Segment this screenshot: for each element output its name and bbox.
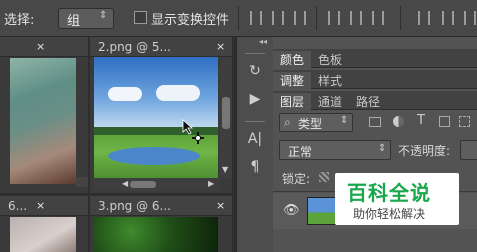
distribute-vcenter-icon[interactable] (442, 11, 454, 25)
collapse-panels-icon[interactable]: ◂◂ (259, 37, 267, 46)
scrollbar-thumb[interactable] (130, 181, 156, 188)
filter-kind-value: 类型 (298, 117, 323, 131)
show-transform-checkbox[interactable] (134, 11, 147, 24)
auto-select-dropdown[interactable]: 组 ⇕ (58, 8, 114, 29)
document-window-3: 6... × (0, 196, 88, 252)
scrollbar-thumb[interactable] (222, 97, 230, 129)
tab-layers[interactable]: 图层 (273, 93, 312, 111)
panels-dock: 颜色 色板 调整 样式 图层 通道 路径 ⌕ 类型 ⇕ T 正常 ⇕ 不透明度: 锁定:… (273, 37, 477, 252)
document-image-landscape (94, 57, 218, 178)
scroll-down-icon[interactable]: ▼ (222, 165, 228, 174)
opacity-input[interactable] (460, 140, 477, 160)
document-window-1: × (0, 37, 88, 193)
align-vcenter-icon[interactable] (272, 11, 284, 25)
blend-mode-value: 正常 (288, 145, 313, 159)
document-image-trees (94, 217, 218, 252)
cloud (156, 85, 200, 101)
horizontal-scrollbar[interactable]: ◀ ▶ (94, 178, 220, 191)
lock-label: 锁定: (282, 172, 311, 186)
close-icon[interactable]: × (216, 196, 225, 216)
document-tab-4[interactable]: 3.png @ 6... × (90, 196, 232, 216)
align-left-icon[interactable] (328, 11, 340, 25)
close-icon[interactable]: × (36, 37, 45, 57)
document-window-2: 2.png @ 5... × ▼ ◀ ▶ (90, 37, 232, 193)
tab-swatches[interactable]: 色板 (311, 51, 349, 69)
blend-mode-select[interactable]: 正常 ⇕ (279, 140, 391, 160)
grip-line (245, 121, 265, 122)
align-hcenter-icon[interactable] (350, 11, 362, 25)
actions-play-icon[interactable]: ▶ (244, 91, 266, 107)
toolbar-divider (400, 6, 401, 30)
auto-select-value: 组 (67, 14, 81, 29)
document-tab-1[interactable]: × (0, 37, 88, 57)
align-right-icon[interactable] (372, 11, 384, 25)
document-tab-2[interactable]: 2.png @ 5... × (90, 37, 232, 57)
paragraph-panel-icon[interactable]: ¶ (244, 159, 266, 175)
distribute-top-icon[interactable] (418, 11, 430, 25)
grip-line (245, 53, 265, 54)
tab-styles[interactable]: 样式 (311, 72, 349, 90)
visibility-eye-icon[interactable]: 👁 (283, 203, 300, 218)
dropdown-arrows-icon: ⇕ (340, 115, 349, 126)
scroll-left-icon[interactable]: ◀ (122, 179, 128, 188)
watermark-subtitle: 助你轻松解决 (353, 207, 426, 221)
show-transform-label: 显示变换控件 (151, 13, 230, 28)
filter-pixel-icon[interactable] (369, 117, 381, 127)
document-image-beach (10, 58, 76, 184)
filter-type-icon[interactable]: T (417, 113, 425, 128)
history-icon[interactable]: ↻ (244, 63, 266, 79)
document-tab-title: 2.png @ 5... (98, 40, 171, 54)
filter-adjustment-icon[interactable] (393, 116, 404, 127)
layers-panel-tabs: 图层 通道 路径 (273, 91, 477, 111)
scroll-right-icon[interactable]: ▶ (208, 179, 214, 188)
tab-paths[interactable]: 路径 (349, 93, 387, 111)
watermark-logo: 百科全说 助你轻松解决 (335, 173, 459, 225)
options-bar: 选择: 组 ⇕ 显示变换控件 (0, 0, 477, 37)
toolbar-divider (238, 6, 239, 30)
align-bottom-icon[interactable] (294, 11, 306, 25)
watermark-title: 百科全说 (347, 181, 431, 205)
character-panel-icon[interactable]: A| (244, 131, 266, 147)
vertical-scrollbar[interactable]: ▼ (220, 57, 232, 178)
document-tab-3[interactable]: 6... × (0, 196, 88, 216)
close-icon[interactable]: × (36, 196, 45, 216)
dropdown-arrows-icon: ⇕ (99, 10, 108, 21)
cloud (108, 87, 142, 101)
auto-select-label: 选择: (4, 13, 35, 28)
document-window-4: 3.png @ 6... × (90, 196, 232, 252)
tab-adjustments[interactable]: 调整 (273, 72, 312, 90)
lock-transparent-icon[interactable] (319, 172, 329, 182)
color-panel-tabs: 颜色 色板 (273, 49, 477, 69)
lake (108, 147, 200, 165)
filter-smart-object-icon[interactable] (459, 116, 470, 127)
tab-channels[interactable]: 通道 (311, 93, 349, 111)
distribute-bottom-icon[interactable] (464, 11, 476, 25)
document-image-3 (10, 217, 76, 252)
dropdown-arrows-icon: ⇕ (378, 143, 387, 154)
document-tab-title: 6... (8, 199, 28, 213)
search-icon: ⌕ (284, 115, 291, 129)
opacity-label: 不透明度: (398, 144, 451, 158)
resize-grip-icon[interactable] (76, 177, 88, 187)
panel-tool-strip: ◂◂ ↻ ▶ A| ¶ (236, 37, 274, 252)
toolbar-divider (316, 6, 317, 30)
move-cursor-icon (192, 129, 204, 144)
align-top-icon[interactable] (250, 11, 262, 25)
adjustments-panel-tabs: 调整 样式 (273, 70, 477, 90)
document-tab-title: 3.png @ 6... (98, 199, 171, 213)
close-icon[interactable]: × (216, 37, 225, 57)
filter-shape-icon[interactable] (439, 116, 450, 127)
tab-color[interactable]: 颜色 (273, 51, 312, 69)
layer-filter-kind-select[interactable]: ⌕ 类型 ⇕ (279, 113, 353, 132)
